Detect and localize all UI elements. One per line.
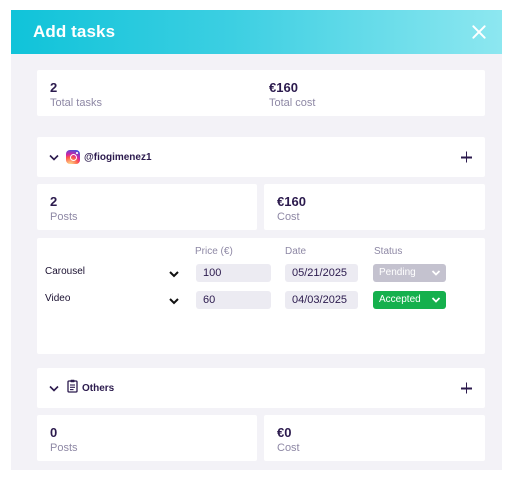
date-input[interactable]: 05/21/2025 [285,264,358,282]
modal-title: Add tasks [33,22,116,41]
others-section-name: Others [82,382,115,394]
add-task-button[interactable] [461,382,472,394]
cost-label: Cost [277,442,300,454]
posts-label: Posts [50,442,78,454]
status-label: Pending [379,267,416,278]
others-posts-card: 0 Posts [37,415,257,461]
others-cost-card: €0 Cost [264,415,485,461]
total-cost-label: Total cost [269,97,316,109]
total-tasks-value: 2 [50,80,58,95]
chevron-down-icon[interactable] [47,381,61,395]
total-tasks-label: Total tasks [50,97,102,109]
instagram-icon [66,150,80,164]
summary-card: 2 Total tasks €160 Total cost [37,70,485,116]
instagram-cost-card: €160 Cost [264,184,485,230]
instagram-section-header[interactable]: @fiogimenez1 [37,137,485,177]
status-dropdown[interactable]: Accepted [373,291,446,309]
posts-value: 0 [50,425,58,440]
task-type-label: Carousel [45,266,86,277]
chevron-down-icon [431,270,441,276]
chevron-down-icon[interactable] [47,150,61,164]
date-input[interactable]: 04/03/2025 [285,291,358,309]
posts-label: Posts [50,211,78,223]
instagram-posts-card: 2 Posts [37,184,257,230]
price-input[interactable]: 60 [196,291,271,309]
close-icon[interactable] [470,23,488,41]
add-task-button[interactable] [461,151,472,163]
date-column-header: Date [285,246,307,257]
cost-label: Cost [277,211,300,223]
tasks-table: Price (€) Date Status Carousel 100 05/21… [37,238,485,354]
cost-value: €160 [277,194,306,209]
posts-value: 2 [50,194,58,209]
task-type-dropdown-icon[interactable] [168,267,180,279]
add-tasks-modal: Add tasks 2 Total tasks €160 Total cost … [11,10,502,470]
task-type-dropdown-icon[interactable] [168,294,180,306]
cost-value: €0 [277,425,292,440]
price-column-header: Price (€) [195,246,233,257]
task-type-label: Video [45,293,71,304]
price-input[interactable]: 100 [196,264,271,282]
others-section-header[interactable]: Others [37,368,485,408]
instagram-handle: @fiogimenez1 [84,151,152,163]
modal-header: Add tasks [11,10,502,54]
status-label: Accepted [379,294,421,305]
total-cost-value: €160 [269,80,298,95]
status-column-header: Status [374,246,403,257]
clipboard-icon [67,379,78,398]
status-dropdown[interactable]: Pending [373,264,446,282]
chevron-down-icon [431,297,441,303]
